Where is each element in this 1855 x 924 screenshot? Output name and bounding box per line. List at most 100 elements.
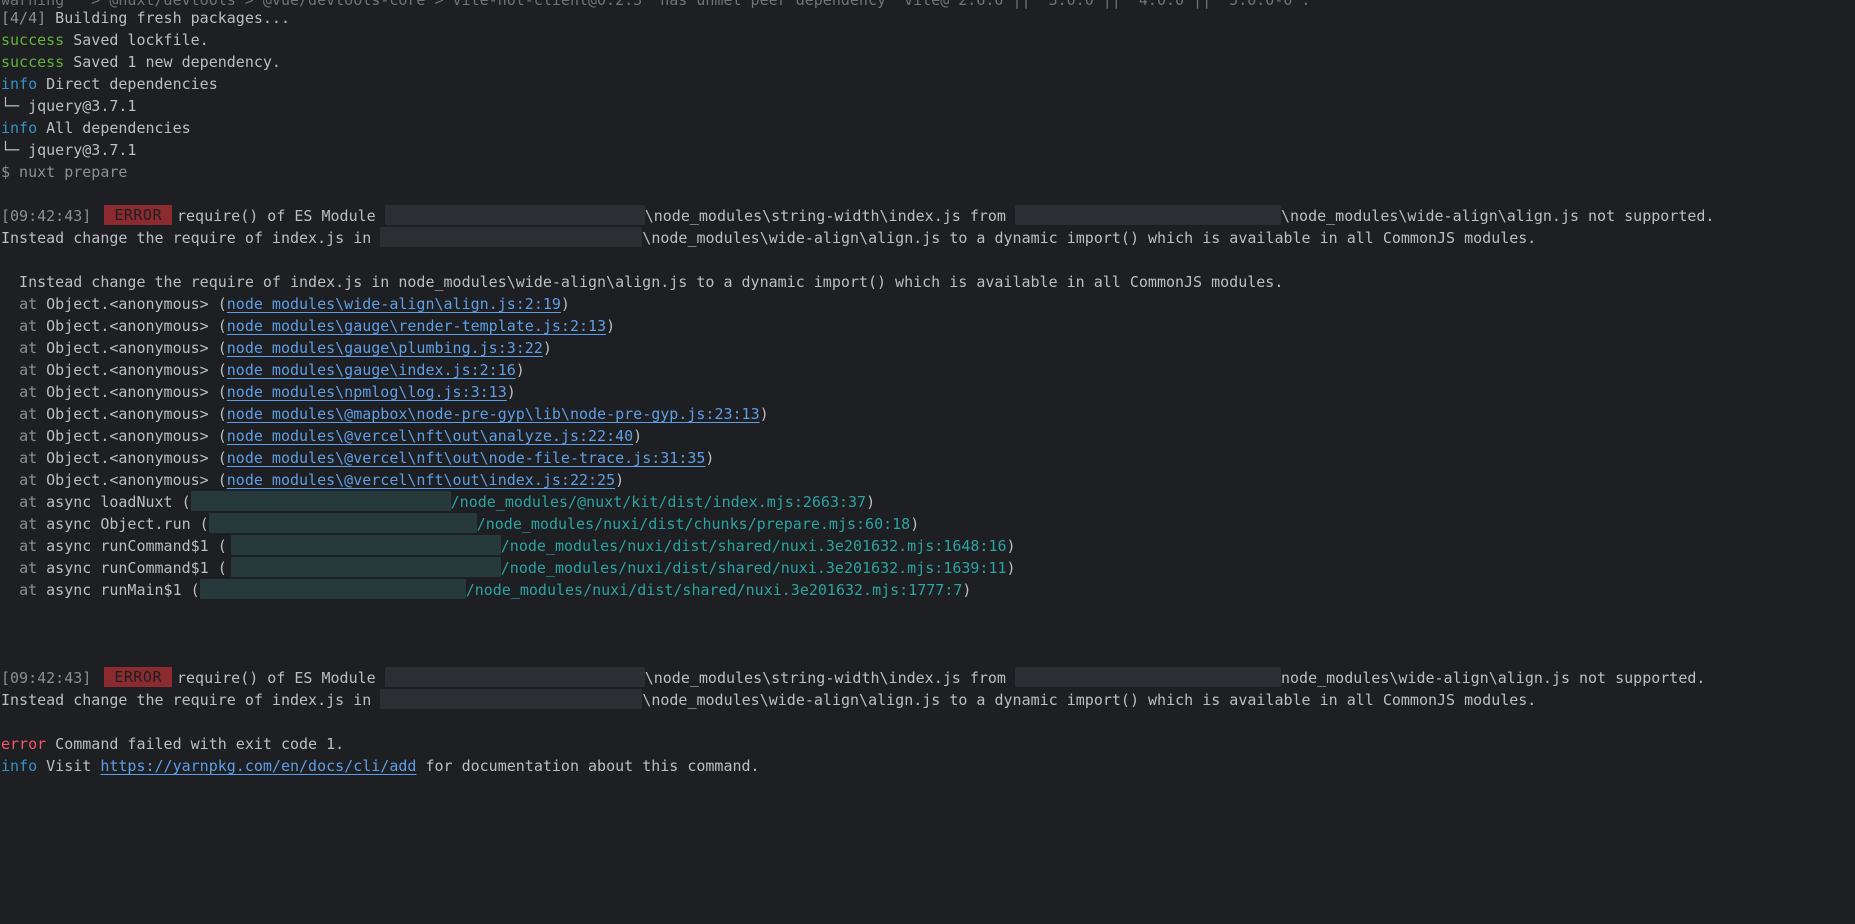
error-hint-line-2: Instead change the require of index.js i… — [1, 687, 1536, 713]
error-hint-line-1: Instead change the require of index.js i… — [1, 225, 1536, 251]
terminal-output[interactable]: warning " > @nuxt/devtools > @vue/devtoo… — [0, 0, 1855, 924]
at-keyword: at — [19, 537, 38, 555]
shell-prompt-line: $ nuxt prepare — [1, 163, 128, 181]
status-text: Direct dependencies — [37, 75, 218, 93]
frame-source-link[interactable]: node_modules\gauge\render-template.js:2:… — [227, 317, 606, 335]
step-counter: [4/4] — [1, 9, 47, 27]
docs-info-line: info Visit https://yarnpkg.com/en/docs/c… — [1, 753, 760, 779]
frame-source-link[interactable]: node_modules\@mapbox\node-pre-gyp\lib\no… — [227, 405, 760, 423]
frame-source-link[interactable]: node_modules\gauge\plumbing.js:3:22 — [227, 339, 543, 357]
frame-function: Object.<anonymous> — [46, 361, 209, 379]
timestamp: [09:42:43] — [1, 669, 92, 687]
frame-close-paren: ) — [866, 493, 876, 511]
frame-close-paren: ) — [705, 449, 715, 467]
redacted-path — [1014, 205, 1281, 225]
error-badge: ERROR — [104, 205, 172, 225]
status-text: Saved lockfile. — [64, 31, 209, 49]
frame-close-paren: ) — [962, 581, 972, 599]
redacted-path — [384, 667, 645, 687]
visit-text: Visit — [37, 757, 101, 775]
frame-source-link[interactable]: node_modules\npmlog\log.js:3:13 — [227, 383, 507, 401]
frame-close-paren: ) — [1006, 559, 1016, 577]
at-keyword: at — [19, 361, 38, 379]
redacted-path — [380, 689, 643, 709]
timestamp: [09:42:43] — [1, 207, 92, 225]
docs-tail-text: for documentation about this command. — [416, 757, 760, 775]
frame-close-paren: ) — [759, 405, 769, 423]
frame-function: Object.<anonymous> — [46, 405, 209, 423]
error-badge: ERROR — [104, 667, 172, 687]
frame-source-link[interactable]: node_modules\wide-align\align.js:2:19 — [227, 295, 561, 313]
hint-text-a: Instead change the require of index.js i… — [1, 691, 381, 709]
redacted-path — [384, 205, 645, 225]
at-keyword: at — [19, 471, 38, 489]
success-tag: success — [1, 53, 65, 71]
at-keyword: at — [19, 449, 38, 467]
frame-close-paren: ) — [506, 383, 516, 401]
status-text: Saved 1 new dependency. — [64, 53, 281, 71]
status-text: All dependencies — [37, 119, 191, 137]
frame-function: Object.<anonymous> — [46, 449, 209, 467]
info-tag: info — [1, 757, 38, 775]
redacted-path — [230, 557, 501, 577]
error-text-c: node_modules\wide-align\align.js not sup… — [1280, 669, 1706, 687]
at-keyword: at — [19, 317, 38, 335]
frame-function: async Object.run ( — [46, 515, 209, 533]
error-text-b: \node_modules\string-width\index.js from — [644, 669, 1015, 687]
frame-function: Object.<anonymous> — [46, 471, 209, 489]
info-tag: info — [1, 75, 38, 93]
frame-function: async runCommand$1 ( — [46, 559, 227, 577]
frame-function: Object.<anonymous> — [46, 317, 209, 335]
frame-close-paren: ) — [560, 295, 570, 313]
redacted-path — [1014, 667, 1281, 687]
frame-function: Object.<anonymous> — [46, 383, 209, 401]
frame-function: async loadNuxt ( — [46, 493, 191, 511]
frame-close-paren: ) — [1006, 537, 1016, 555]
frame-close-paren: ) — [910, 515, 920, 533]
hint-text-a: Instead change the require of index.js i… — [1, 229, 381, 247]
frame-function: async runMain$1 ( — [46, 581, 200, 599]
frame-source-path[interactable]: /node_modules/@nuxt/kit/dist/index.mjs:2… — [451, 493, 866, 511]
hint-text-b: \node_modules\wide-align\align.js to a d… — [642, 229, 1537, 247]
error-text-a: require() of ES Module — [177, 669, 385, 687]
hint-text-b: \node_modules\wide-align\align.js to a d… — [642, 691, 1537, 709]
frame-function: async runCommand$1 ( — [46, 537, 227, 555]
redacted-path — [208, 513, 477, 533]
redacted-path — [199, 579, 466, 599]
frame-source-path[interactable]: /node_modules/nuxi/dist/shared/nuxi.3e20… — [501, 559, 1007, 577]
at-keyword: at — [19, 559, 38, 577]
frame-close-paren: ) — [515, 361, 525, 379]
info-tag: info — [1, 119, 38, 137]
at-keyword: at — [19, 405, 38, 423]
at-keyword: at — [19, 493, 38, 511]
frame-source-link[interactable]: node_modules\@vercel\nft\out\index.js:22… — [227, 471, 615, 489]
frame-source-link[interactable]: node_modules\@vercel\nft\out\node-file-t… — [227, 449, 706, 467]
error-tag: error — [1, 735, 47, 753]
frame-source-path[interactable]: /node_modules/nuxi/dist/chunks/prepare.m… — [477, 515, 910, 533]
frame-function: Object.<anonymous> — [46, 295, 209, 313]
success-tag: success — [1, 31, 65, 49]
frame-source-link[interactable]: node_modules\@vercel\nft\out\analyze.js:… — [227, 427, 633, 445]
frame-source-path[interactable]: /node_modules/nuxi/dist/shared/nuxi.3e20… — [501, 537, 1007, 555]
frame-function: Object.<anonymous> — [46, 339, 209, 357]
at-keyword: at — [19, 339, 38, 357]
error-text-a: require() of ES Module — [177, 207, 385, 225]
at-keyword: at — [19, 581, 38, 599]
frame-close-paren: ) — [615, 471, 625, 489]
failed-text: Command failed with exit code 1. — [46, 735, 345, 753]
at-keyword: at — [19, 295, 38, 313]
redacted-path — [230, 535, 501, 555]
docs-link[interactable]: https://yarnpkg.com/en/docs/cli/add — [100, 757, 416, 775]
at-keyword: at — [19, 515, 38, 533]
frame-close-paren: ) — [633, 427, 643, 445]
at-keyword: at — [19, 383, 38, 401]
frame-close-paren: ) — [542, 339, 552, 357]
frame-source-path[interactable]: /node_modules/nuxi/dist/shared/nuxi.3e20… — [466, 581, 963, 599]
error-text-c: \node_modules\wide-align\align.js not su… — [1280, 207, 1715, 225]
redacted-path — [380, 227, 643, 247]
error-text-b: \node_modules\string-width\index.js from — [644, 207, 1015, 225]
redacted-path — [190, 491, 451, 511]
frame-function: Object.<anonymous> — [46, 427, 209, 445]
frame-close-paren: ) — [606, 317, 616, 335]
frame-source-link[interactable]: node_modules\gauge\index.js:2:16 — [227, 361, 516, 379]
